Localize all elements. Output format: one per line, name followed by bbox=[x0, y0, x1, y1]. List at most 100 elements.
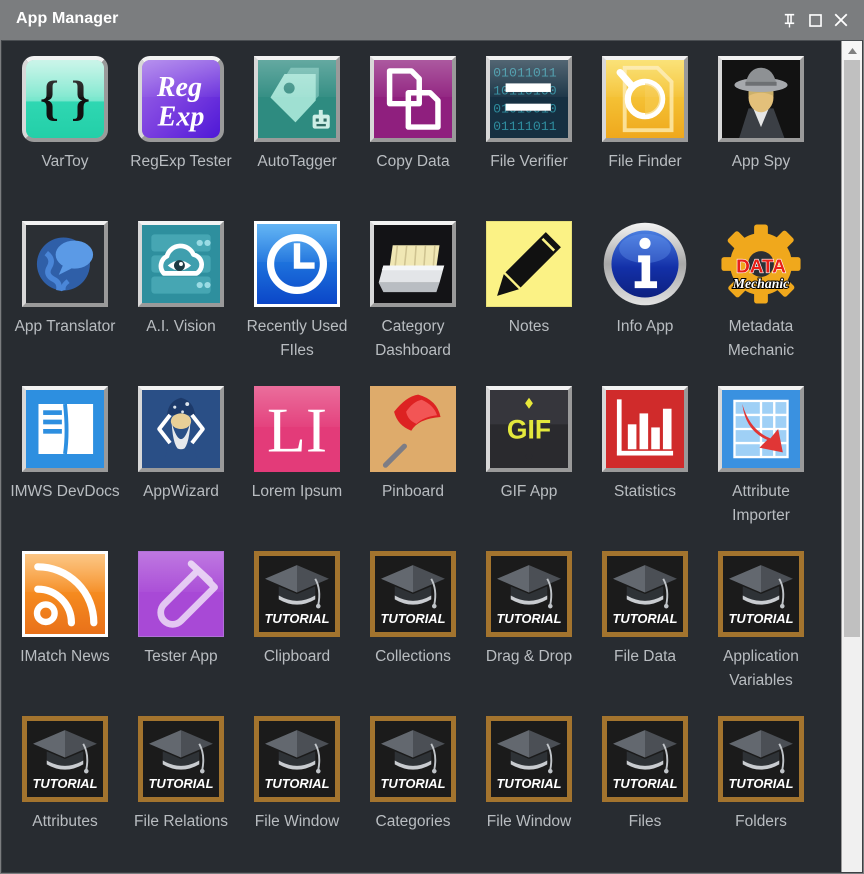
app-tile-label: Info App bbox=[616, 318, 674, 335]
app-tile-label: Category Dashboard bbox=[375, 318, 451, 359]
close-icon[interactable] bbox=[828, 7, 854, 33]
copy-data-icon bbox=[369, 55, 457, 143]
app-tile-category-dashboard[interactable]: Category Dashboard bbox=[355, 220, 471, 385]
app-tile-regexp-tester[interactable]: Reg Exp RegExp Tester bbox=[123, 55, 239, 220]
svg-text:01011011: 01011011 bbox=[493, 65, 557, 80]
app-tile-lorem-ipsum[interactable]: LI Lorem Ipsum bbox=[239, 385, 355, 550]
autotagger-icon bbox=[253, 55, 341, 143]
scroll-up-button[interactable] bbox=[842, 41, 862, 60]
app-tile-pinboard[interactable]: Pinboard bbox=[355, 385, 471, 550]
app-tile-file-data[interactable]: TUTORIAL File Data bbox=[587, 550, 703, 715]
app-tile-autotagger[interactable]: AutoTagger bbox=[239, 55, 355, 220]
app-tile-app-spy[interactable]: App Spy bbox=[703, 55, 819, 220]
file-verifier-icon: 01011011 10110100 01010010 01111011 bbox=[485, 55, 573, 143]
imws-devdocs-icon bbox=[21, 385, 109, 473]
scrollbar-thumb[interactable] bbox=[844, 60, 860, 637]
recently-used-files-icon bbox=[253, 220, 341, 308]
app-tile-label: Collections bbox=[375, 648, 451, 665]
app-tile-label: File Finder bbox=[608, 153, 682, 170]
pin-icon[interactable] bbox=[776, 7, 802, 33]
svg-text:TUTORIAL: TUTORIAL bbox=[148, 776, 213, 791]
app-tile-recently-used-files[interactable]: Recently Used FIles bbox=[239, 220, 355, 385]
app-tile-label: Pinboard bbox=[381, 483, 445, 500]
svg-text:TUTORIAL: TUTORIAL bbox=[264, 776, 329, 791]
app-tile-application-variables[interactable]: TUTORIAL Application Variables bbox=[703, 550, 819, 715]
app-tile-app-translator[interactable]: App Translator bbox=[7, 220, 123, 385]
app-tile-file-relations[interactable]: TUTORIAL File Relations bbox=[123, 715, 239, 872]
tutorial-icon: TUTORIAL bbox=[485, 715, 573, 803]
maximize-icon[interactable] bbox=[802, 7, 828, 33]
app-tile-label: GIF App bbox=[500, 483, 558, 500]
app-tile-collections[interactable]: TUTORIAL Collections bbox=[355, 550, 471, 715]
app-tile-attributes[interactable]: TUTORIAL Attributes bbox=[7, 715, 123, 872]
app-tile-files[interactable]: TUTORIAL Files bbox=[587, 715, 703, 872]
app-tile-info-app[interactable]: Info App bbox=[587, 220, 703, 385]
app-tile-label: App Spy bbox=[731, 153, 791, 170]
app-tile-vartoy[interactable]: { } VarToy bbox=[7, 55, 123, 220]
tutorial-icon: TUTORIAL bbox=[21, 715, 109, 803]
app-tile-clipboard[interactable]: TUTORIAL Clipboard bbox=[239, 550, 355, 715]
app-tile-file-finder[interactable]: File Finder bbox=[587, 55, 703, 220]
svg-text:TUTORIAL: TUTORIAL bbox=[32, 776, 97, 791]
regexp-tester-icon: Reg Exp bbox=[137, 55, 225, 143]
app-tile-label: Statistics bbox=[613, 483, 676, 500]
scrollbar-track[interactable] bbox=[842, 60, 862, 872]
svg-text:TUTORIAL: TUTORIAL bbox=[612, 611, 677, 626]
app-tile-folders[interactable]: TUTORIAL Folders bbox=[703, 715, 819, 872]
app-tile-label: File Window bbox=[254, 813, 340, 830]
app-tile-file-window-2[interactable]: TUTORIAL File Window bbox=[471, 715, 587, 872]
tutorial-icon: TUTORIAL bbox=[601, 715, 689, 803]
app-tile-label: RegExp Tester bbox=[130, 153, 232, 170]
window-title: App Manager bbox=[16, 10, 119, 27]
lorem-ipsum-icon: LI bbox=[253, 385, 341, 473]
app-tile-label: Folders bbox=[735, 813, 787, 830]
vertical-scrollbar[interactable] bbox=[841, 41, 862, 872]
app-tile-drag-and-drop[interactable]: TUTORIAL Drag & Drop bbox=[471, 550, 587, 715]
app-tile-file-window-1[interactable]: TUTORIAL File Window bbox=[239, 715, 355, 872]
tutorial-icon: TUTORIAL bbox=[717, 550, 805, 638]
app-tile-label: IMatch News bbox=[20, 648, 110, 665]
app-tile-imatch-news[interactable]: IMatch News bbox=[7, 550, 123, 715]
svg-text:GIF: GIF bbox=[507, 414, 551, 444]
app-tile-ai-vision[interactable]: A.I. Vision bbox=[123, 220, 239, 385]
app-spy-icon bbox=[717, 55, 805, 143]
tutorial-icon: TUTORIAL bbox=[601, 550, 689, 638]
app-tile-label: A.I. Vision bbox=[146, 318, 216, 335]
app-tile-notes[interactable]: Notes bbox=[471, 220, 587, 385]
app-tile-label: Clipboard bbox=[263, 648, 331, 665]
app-tile-label: File Verifier bbox=[490, 153, 568, 170]
svg-text:}: } bbox=[71, 73, 90, 126]
app-tile-imws-devdocs[interactable]: IMWS DevDocs bbox=[7, 385, 123, 550]
app-tile-label: Notes bbox=[508, 318, 550, 335]
tutorial-icon: TUTORIAL bbox=[253, 550, 341, 638]
app-tile-gif-app[interactable]: GIF GIF App bbox=[471, 385, 587, 550]
app-tile-label: Lorem Ipsum bbox=[251, 483, 343, 500]
client-area: { } VarToy Reg Exp RegExp Tester AutoTag… bbox=[1, 40, 863, 873]
notes-icon bbox=[485, 220, 573, 308]
app-tile-label: VarToy bbox=[41, 153, 89, 170]
app-tile-copy-data[interactable]: Copy Data bbox=[355, 55, 471, 220]
app-tile-statistics[interactable]: Statistics bbox=[587, 385, 703, 550]
app-grid-scroll-region[interactable]: { } VarToy Reg Exp RegExp Tester AutoTag… bbox=[2, 41, 841, 872]
svg-text:TUTORIAL: TUTORIAL bbox=[728, 611, 793, 626]
app-tile-tester-app[interactable]: Tester App bbox=[123, 550, 239, 715]
imatch-news-icon bbox=[21, 550, 109, 638]
svg-text:TUTORIAL: TUTORIAL bbox=[496, 776, 561, 791]
app-tile-label: Tester App bbox=[144, 648, 218, 665]
tutorial-icon: TUTORIAL bbox=[137, 715, 225, 803]
app-tile-label: AutoTagger bbox=[257, 153, 337, 170]
app-tile-metadata-mechanic[interactable]: DATA Mechanic Metadata Mechanic bbox=[703, 220, 819, 385]
svg-text:Exp: Exp bbox=[157, 102, 205, 133]
app-tile-label: Metadata Mechanic bbox=[727, 318, 795, 359]
app-tile-label: File Data bbox=[613, 648, 677, 665]
app-tile-appwizard[interactable]: AppWizard bbox=[123, 385, 239, 550]
app-tile-label: Attribute Importer bbox=[732, 483, 790, 524]
ai-vision-icon bbox=[137, 220, 225, 308]
svg-text:TUTORIAL: TUTORIAL bbox=[728, 776, 793, 791]
tutorial-icon: TUTORIAL bbox=[253, 715, 341, 803]
app-tile-categories[interactable]: TUTORIAL Categories bbox=[355, 715, 471, 872]
app-grid: { } VarToy Reg Exp RegExp Tester AutoTag… bbox=[2, 55, 841, 872]
app-tile-file-verifier[interactable]: 01011011 10110100 01010010 01111011 File… bbox=[471, 55, 587, 220]
app-tile-label: Copy Data bbox=[376, 153, 450, 170]
app-tile-attribute-importer[interactable]: Attribute Importer bbox=[703, 385, 819, 550]
